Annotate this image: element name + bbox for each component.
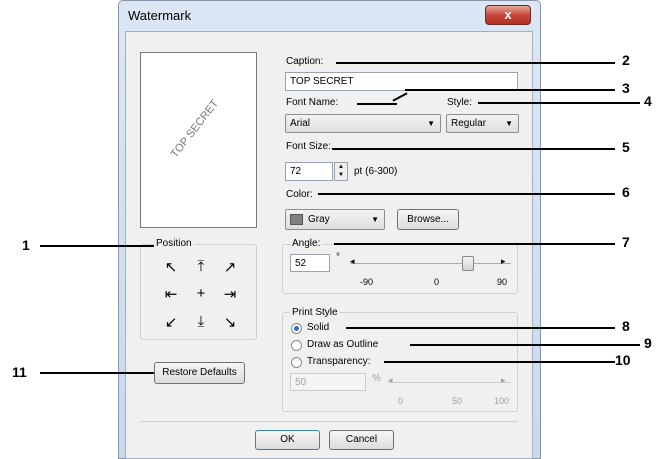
cancel-button[interactable]: Cancel [329, 430, 394, 450]
print-style-label: Print Style [290, 307, 340, 318]
close-button[interactable]: x [485, 5, 531, 25]
callout-3: 3 [622, 80, 630, 96]
callout-4: 4 [644, 93, 652, 109]
transparency-right-arrow-icon[interactable]: ▸ [501, 375, 506, 386]
transparency-radio[interactable] [291, 357, 302, 368]
font-size-spinner[interactable]: ▲ ▼ [334, 162, 348, 181]
position-label: Position [154, 238, 194, 249]
draw-as-outline-radio[interactable] [291, 340, 302, 351]
color-swatch [290, 214, 303, 225]
angle-max-label: 90 [497, 277, 508, 287]
transparency-left-arrow-icon[interactable]: ◂ [388, 375, 393, 386]
solid-label[interactable]: Solid [307, 322, 329, 333]
caption-label: Caption: [286, 56, 324, 67]
angle-slider-track[interactable] [350, 263, 511, 264]
angle-input[interactable]: 52 [290, 254, 330, 272]
color-value: Gray [308, 214, 330, 225]
browse-button[interactable]: Browse... [397, 209, 459, 230]
callout-line-11 [40, 372, 154, 374]
restore-defaults-button[interactable]: Restore Defaults [154, 362, 245, 384]
callout-line-3c [405, 89, 615, 91]
callout-line-9 [410, 344, 640, 346]
position-top-center-icon[interactable]: ⤒ [191, 258, 211, 275]
callout-line-8 [346, 327, 615, 329]
position-center-icon[interactable]: + [191, 285, 211, 302]
angle-unit: ° [336, 252, 340, 263]
font-size-hint: pt (6-300) [354, 166, 398, 177]
position-bottom-left-icon[interactable]: ↙ [161, 313, 181, 331]
font-name-label: Font Name: [286, 97, 339, 108]
angle-min-label: -90 [360, 277, 374, 287]
style-value: Regular [451, 118, 487, 129]
callout-line-10 [384, 361, 615, 363]
position-bottom-right-icon[interactable]: ↘ [220, 313, 240, 331]
callout-8: 8 [622, 318, 630, 334]
font-name-select[interactable]: Arial ▼ [285, 114, 441, 133]
callout-9: 9 [644, 335, 652, 351]
transparency-unit: % [372, 373, 381, 384]
callout-2: 2 [622, 52, 630, 68]
position-bottom-center-icon[interactable]: ⤓ [191, 313, 211, 330]
position-top-left-icon[interactable]: ↖ [161, 258, 181, 276]
callout-5: 5 [622, 139, 630, 155]
angle-left-arrow-icon[interactable]: ◂ [350, 256, 355, 267]
color-select[interactable]: Gray ▼ [285, 209, 385, 230]
angle-label: Angle: [290, 238, 323, 249]
dialog-title: Watermark [128, 8, 192, 23]
callout-line-4 [478, 102, 640, 104]
position-middle-left-icon[interactable]: ⇤ [161, 285, 181, 303]
font-size-label: Font Size: [286, 141, 332, 152]
style-label: Style: [447, 97, 473, 108]
chevron-down-icon: ▼ [505, 119, 513, 128]
callout-7: 7 [622, 234, 630, 250]
style-select[interactable]: Regular ▼ [446, 114, 519, 133]
callout-line-2 [336, 62, 615, 64]
callout-10: 10 [615, 352, 631, 368]
position-middle-right-icon[interactable]: ⇥ [220, 285, 240, 303]
font-name-value: Arial [290, 118, 311, 129]
position-top-right-icon[interactable]: ↗ [220, 258, 240, 276]
transparency-input[interactable]: 50 [290, 373, 366, 391]
callout-11: 11 [12, 364, 27, 380]
angle-slider-thumb[interactable] [461, 256, 474, 271]
transparency-label[interactable]: Transparency: [307, 356, 371, 367]
transparency-mid-label: 50 [452, 396, 463, 406]
callout-line-5 [332, 148, 615, 150]
color-label: Color: [286, 189, 313, 200]
chevron-down-icon: ▼ [371, 215, 379, 224]
solid-radio[interactable] [291, 323, 302, 334]
draw-as-outline-label[interactable]: Draw as Outline [307, 339, 378, 350]
watermark-preview [140, 52, 257, 228]
callout-line-1 [40, 245, 154, 247]
chevron-down-icon: ▼ [427, 119, 435, 128]
callout-line-3a [357, 103, 397, 105]
callout-6: 6 [622, 184, 630, 200]
callout-line-7 [334, 243, 615, 245]
transparency-max-label: 100 [494, 396, 510, 406]
callout-line-6 [318, 193, 615, 195]
footer-divider [140, 421, 518, 422]
callout-1: 1 [22, 237, 30, 253]
angle-right-arrow-icon[interactable]: ▸ [501, 256, 506, 267]
angle-mid-label: 0 [434, 277, 440, 287]
ok-button[interactable]: OK [255, 430, 320, 450]
transparency-min-label: 0 [398, 396, 404, 406]
font-size-input[interactable]: 72 [285, 162, 333, 181]
transparency-slider-track[interactable] [388, 382, 511, 383]
